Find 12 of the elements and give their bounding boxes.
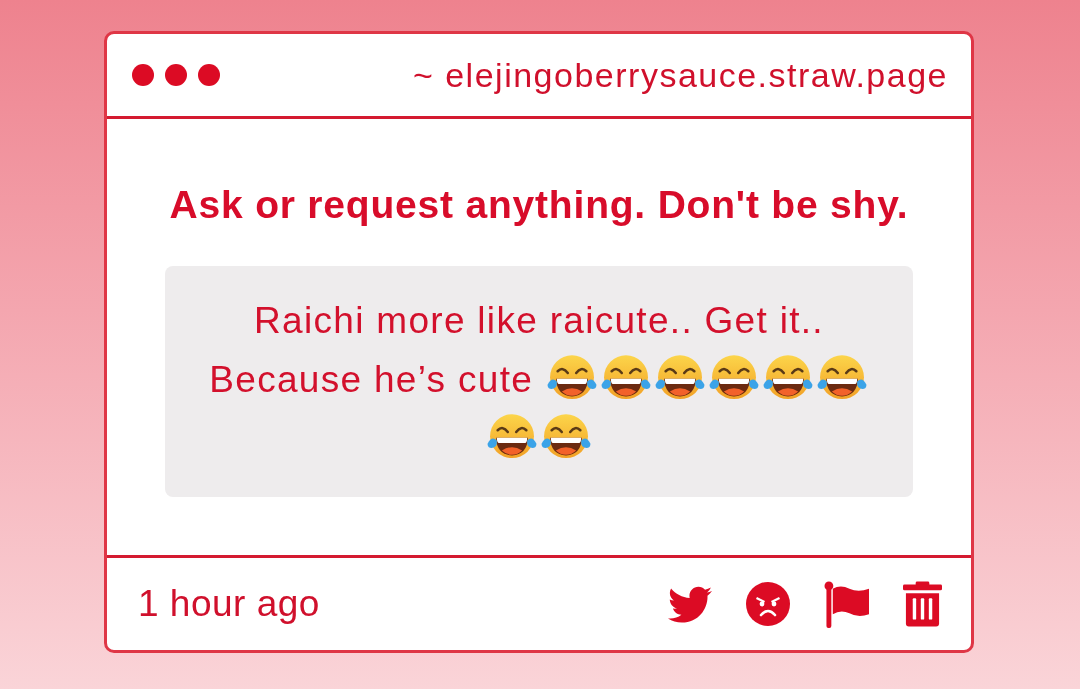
angry-face-icon[interactable] bbox=[746, 582, 790, 626]
window-dot-icon bbox=[132, 64, 154, 86]
message-text: Raichi more like raicute.. Get it.. bbox=[254, 300, 824, 341]
prompt-heading: Ask or request anything. Don't be shy. bbox=[168, 184, 910, 226]
message-text: Because he’s cute bbox=[209, 359, 534, 400]
post-time: 1 hour ago bbox=[138, 583, 320, 625]
window-dot-icon bbox=[165, 64, 187, 86]
trash-icon[interactable] bbox=[903, 581, 942, 627]
bird-icon[interactable] bbox=[668, 585, 712, 623]
window-dot-icon bbox=[198, 64, 220, 86]
page-url: ~ elejingoberrysauce.straw.page bbox=[412, 55, 948, 95]
flag-icon[interactable] bbox=[824, 580, 869, 628]
